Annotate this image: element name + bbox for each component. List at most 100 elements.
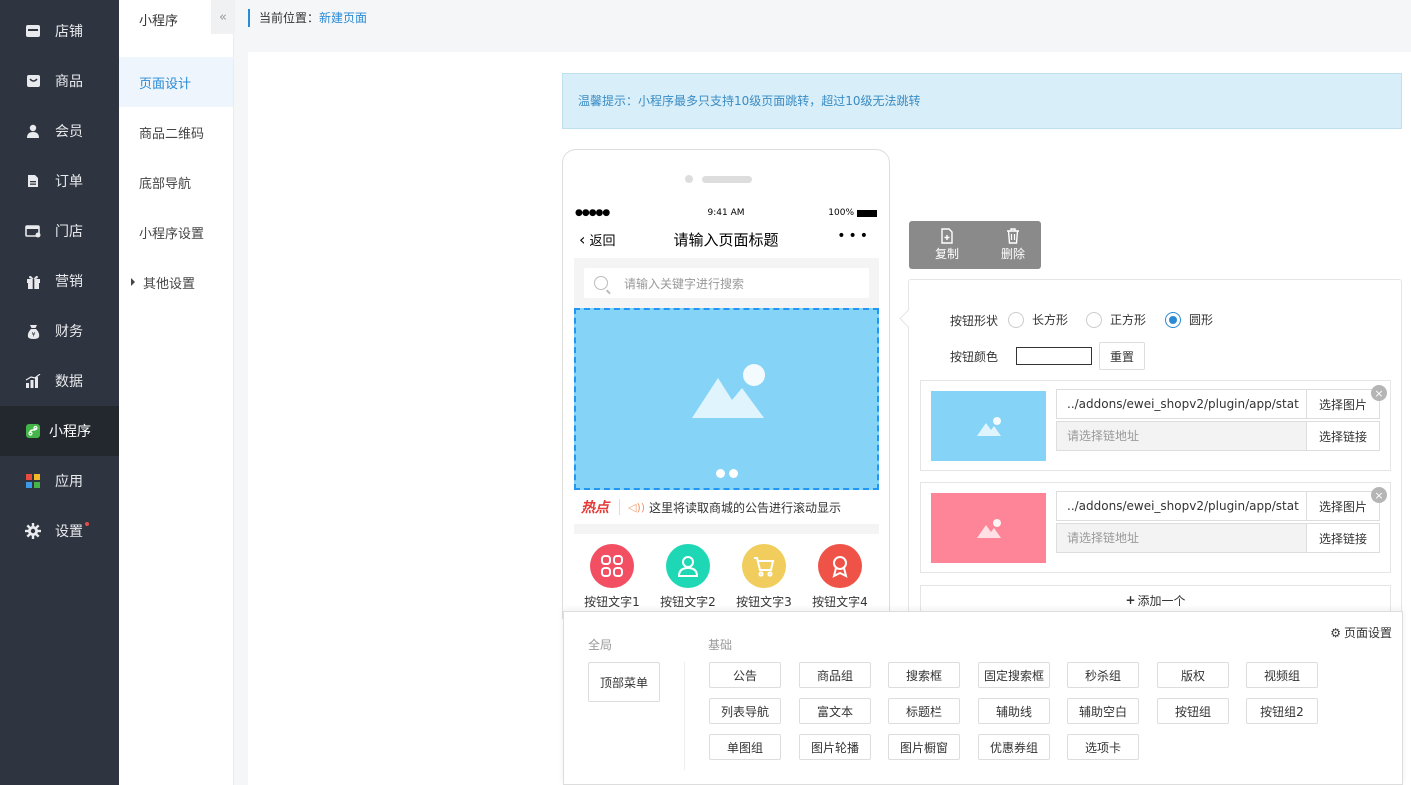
icon-button-3[interactable]: 按钮文字3: [726, 544, 802, 610]
palette-item[interactable]: 按钮组2: [1246, 698, 1318, 724]
sidebar-item-label: 会员: [55, 124, 83, 140]
icon-button-label: 按钮文字1: [584, 595, 640, 609]
choose-link-button[interactable]: 选择链接: [1306, 523, 1380, 553]
cart-icon: [742, 544, 786, 588]
banner-carousel[interactable]: [574, 308, 879, 490]
image-thumbnail[interactable]: [931, 391, 1046, 461]
color-picker[interactable]: [1016, 347, 1092, 365]
notice-bar[interactable]: 热点 ◁)) 这里将读取商城的公告进行滚动显示: [574, 490, 879, 524]
subnav-item-other-settings[interactable]: 其他设置: [119, 257, 233, 307]
close-icon[interactable]: ×: [1371, 487, 1387, 503]
icon-button-2[interactable]: 按钮文字2: [650, 544, 726, 610]
battery-indicator: 100%: [828, 208, 877, 218]
palette-item[interactable]: 版权: [1157, 662, 1229, 688]
palette-item[interactable]: 辅助线: [978, 698, 1050, 724]
palette-item[interactable]: 秒杀组: [1067, 662, 1139, 688]
palette-item[interactable]: 标题栏: [888, 698, 960, 724]
sidebar-item-settings[interactable]: 设置: [0, 506, 119, 556]
choose-image-button[interactable]: 选择图片: [1306, 491, 1380, 521]
palette-item[interactable]: 富文本: [799, 698, 871, 724]
phone-page-title[interactable]: 请输入页面标题: [575, 229, 877, 250]
shape-radio-square[interactable]: 正方形: [1086, 311, 1146, 328]
copy-button[interactable]: 复制: [919, 221, 975, 269]
collapse-button[interactable]: «: [211, 0, 235, 34]
sidebar-item-finance[interactable]: ¥ 财务: [0, 306, 119, 356]
icon-button-label: 按钮文字3: [736, 595, 792, 609]
sidebar-item-shop[interactable]: 门店: [0, 206, 119, 256]
order-icon: [25, 173, 41, 189]
speaker-bar: [702, 176, 752, 183]
palette-item[interactable]: 图片橱窗: [888, 734, 960, 760]
palette-item[interactable]: 辅助空白: [1067, 698, 1139, 724]
trash-icon: [985, 227, 1041, 245]
palette-item[interactable]: 列表导航: [709, 698, 781, 724]
more-icon[interactable]: •••: [837, 228, 871, 244]
radio-circle: [1008, 311, 1024, 328]
shape-radio-rectangle[interactable]: 长方形: [1008, 311, 1068, 328]
user-icon: [25, 123, 41, 139]
store-icon: [25, 23, 41, 39]
sidebar-item-label: 营销: [55, 274, 83, 290]
user-icon: [666, 544, 710, 588]
palette-item[interactable]: 按钮组: [1157, 698, 1229, 724]
component-action-bar: 复制 删除: [909, 221, 1041, 269]
delete-label: 删除: [1000, 247, 1025, 261]
shape-radio-circle[interactable]: 圆形: [1165, 311, 1213, 328]
sidebar-item-miniapp[interactable]: 小程序: [0, 406, 119, 456]
search-placeholder: 请输入关键字进行搜索: [624, 276, 745, 291]
icon-button-group: 按钮文字1 按钮文字2 按钮文字3 按钮文字4: [574, 534, 879, 618]
search-icon: [594, 276, 608, 290]
palette-item[interactable]: 图片轮播: [799, 734, 871, 760]
image-item-2: ../addons/ewei_shopv2/plugin/app/stat 选择…: [920, 482, 1391, 573]
phone-preview: ●●●●● 9:41 AM 100% ‹ 返回 请输入页面标题 ••• 请输入关…: [562, 149, 890, 619]
palette-item-top-menu[interactable]: 顶部菜单: [588, 662, 660, 702]
breadcrumb-current[interactable]: 新建页面: [319, 11, 367, 25]
gear-icon: ⚙: [1330, 625, 1341, 640]
sidebar-item-apps[interactable]: 应用: [0, 456, 119, 506]
sidebar-item-goods[interactable]: 商品: [0, 56, 119, 106]
notice-hot-label: 热点: [581, 500, 609, 516]
sidebar-item-order[interactable]: 订单: [0, 156, 119, 206]
subnav-item-goods-qrcode[interactable]: 商品二维码: [119, 107, 233, 157]
image-thumbnail[interactable]: [931, 493, 1046, 563]
choose-image-button[interactable]: 选择图片: [1306, 389, 1380, 419]
subnav-item-miniapp-settings[interactable]: 小程序设置: [119, 207, 233, 257]
gear-icon: [25, 523, 41, 539]
sidebar-item-data[interactable]: 数据: [0, 356, 119, 406]
sidebar-item-member[interactable]: 会员: [0, 106, 119, 156]
phone-search-box[interactable]: 请输入关键字进行搜索: [584, 268, 869, 298]
subnav-item-page-design[interactable]: 页面设计: [119, 57, 233, 107]
close-icon[interactable]: ×: [1371, 385, 1387, 401]
copy-label: 复制: [934, 247, 959, 261]
icon-button-4[interactable]: 按钮文字4: [802, 544, 878, 610]
reset-button[interactable]: 重置: [1099, 342, 1145, 370]
sidebar-item-label: 门店: [55, 224, 83, 240]
radio-circle: [1086, 311, 1102, 328]
palette-item[interactable]: 优惠券组: [978, 734, 1050, 760]
link-field[interactable]: 请选择链地址: [1056, 523, 1307, 553]
apps-icon: [25, 473, 41, 489]
gift-icon: [25, 273, 41, 289]
radio-label: 圆形: [1189, 313, 1214, 327]
icon-button-1[interactable]: 按钮文字1: [574, 544, 650, 610]
palette-item[interactable]: 选项卡: [1067, 734, 1139, 760]
palette-item[interactable]: 商品组: [799, 662, 871, 688]
image-placeholder-icon: [976, 519, 1001, 538]
image-url-field[interactable]: ../addons/ewei_shopv2/plugin/app/stat: [1056, 491, 1307, 521]
palette-item[interactable]: 公告: [709, 662, 781, 688]
palette-item[interactable]: 搜索框: [888, 662, 960, 688]
palette-item[interactable]: 固定搜索框: [978, 662, 1050, 688]
add-item-label: 添加一个: [1137, 593, 1186, 608]
palette-item[interactable]: 视频组: [1246, 662, 1318, 688]
palette-item[interactable]: 单图组: [709, 734, 781, 760]
page-settings-button[interactable]: ⚙ 页面设置: [1330, 624, 1392, 641]
subnav-item-bottom-nav[interactable]: 底部导航: [119, 157, 233, 207]
delete-button[interactable]: 删除: [985, 221, 1041, 269]
choose-link-button[interactable]: 选择链接: [1306, 421, 1380, 451]
sidebar-item-marketing[interactable]: 营销: [0, 256, 119, 306]
sidebar-item-label: 设置: [55, 524, 83, 540]
link-field[interactable]: 请选择链地址: [1056, 421, 1307, 451]
image-url-field[interactable]: ../addons/ewei_shopv2/plugin/app/stat: [1056, 389, 1307, 419]
subnav-item-label: 其他设置: [143, 276, 196, 292]
sidebar-item-store[interactable]: 店铺: [0, 6, 119, 56]
